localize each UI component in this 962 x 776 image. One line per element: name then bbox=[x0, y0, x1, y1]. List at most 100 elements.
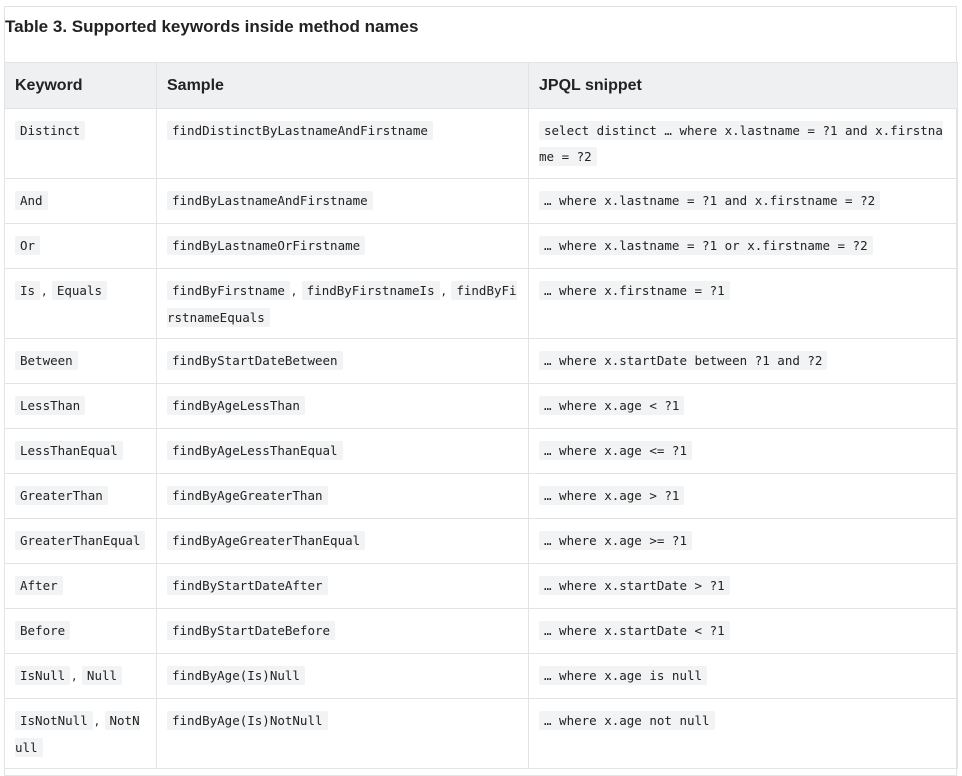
code-sample: findByLastnameOrFirstname bbox=[167, 236, 366, 255]
keyword-cell: LessThanEqual bbox=[4, 428, 157, 474]
code-jpql: … where x.startDate > ?1 bbox=[539, 576, 730, 595]
table-row: LessThan findByAgeLessThan … where x.age… bbox=[4, 383, 958, 429]
code-keyword: Before bbox=[15, 621, 71, 640]
jpql-cell: select distinct … where x.lastname = ?1 … bbox=[528, 108, 958, 179]
code-keyword: LessThanEqual bbox=[15, 441, 123, 460]
code-sample: findByLastnameAndFirstname bbox=[167, 191, 373, 210]
keyword-cell: GreaterThan bbox=[4, 473, 157, 519]
sample-cell: findByStartDateBefore bbox=[156, 608, 529, 654]
jpql-cell: … where x.age <= ?1 bbox=[528, 428, 958, 474]
keyword-cell: IsNotNull, NotNull bbox=[4, 698, 157, 769]
separator: , bbox=[291, 284, 297, 299]
code-jpql: … where x.startDate between ?1 and ?2 bbox=[539, 351, 828, 370]
jpql-cell: … where x.age not null bbox=[528, 698, 958, 769]
code-jpql: … where x.age < ?1 bbox=[539, 396, 685, 415]
code-sample: findByAge(Is)Null bbox=[167, 666, 305, 685]
code-sample: findByAgeLessThanEqual bbox=[167, 441, 343, 460]
header-jpql: JPQL snippet bbox=[528, 62, 958, 109]
sample-cell: findByLastnameOrFirstname bbox=[156, 223, 529, 269]
code-jpql: … where x.age <= ?1 bbox=[539, 441, 692, 460]
jpql-cell: … where x.firstname = ?1 bbox=[528, 268, 958, 339]
code-keyword: Null bbox=[81, 666, 123, 685]
sample-cell: findDistinctByLastnameAndFirstname bbox=[156, 108, 529, 179]
jpql-cell: … where x.startDate between ?1 and ?2 bbox=[528, 338, 958, 384]
jpql-cell: … where x.age < ?1 bbox=[528, 383, 958, 429]
code-keyword: Equals bbox=[51, 281, 107, 300]
table-row: Is, Equals findByFirstname, findByFirstn… bbox=[4, 268, 958, 339]
header-keyword: Keyword bbox=[4, 62, 157, 109]
jpql-cell: … where x.age > ?1 bbox=[528, 473, 958, 519]
sample-cell: findByAgeGreaterThan bbox=[156, 473, 529, 519]
code-sample: findByAgeLessThan bbox=[167, 396, 305, 415]
keyword-cell: Distinct bbox=[4, 108, 157, 179]
table-row: Distinct findDistinctByLastnameAndFirstn… bbox=[4, 108, 958, 179]
jpql-cell: … where x.startDate > ?1 bbox=[528, 563, 958, 609]
table-row: IsNull, Null findByAge(Is)Null … where x… bbox=[4, 653, 958, 699]
code-jpql: … where x.age is null bbox=[539, 666, 708, 685]
table-row: GreaterThan findByAgeGreaterThan … where… bbox=[4, 473, 958, 519]
sample-cell: findByAgeGreaterThanEqual bbox=[156, 518, 529, 564]
table-caption: Table 3. Supported keywords inside metho… bbox=[5, 17, 419, 36]
sample-cell: findByAgeLessThan bbox=[156, 383, 529, 429]
separator: , bbox=[94, 714, 99, 729]
keyword-cell: IsNull, Null bbox=[4, 653, 157, 699]
jpql-cell: … where x.startDate < ?1 bbox=[528, 608, 958, 654]
code-sample: findByStartDateAfter bbox=[167, 576, 328, 595]
code-jpql: … where x.age not null bbox=[539, 711, 715, 730]
jpql-cell: … where x.age is null bbox=[528, 653, 958, 699]
sample-cell: findByLastnameAndFirstname bbox=[156, 178, 529, 224]
code-keyword: Or bbox=[15, 236, 41, 255]
code-sample: findDistinctByLastnameAndFirstname bbox=[167, 121, 433, 140]
code-jpql: … where x.startDate < ?1 bbox=[539, 621, 730, 640]
keyword-cell: After bbox=[4, 563, 157, 609]
separator: , bbox=[72, 669, 77, 684]
code-sample: findByStartDateBetween bbox=[167, 351, 343, 370]
code-jpql: … where x.age >= ?1 bbox=[539, 531, 692, 550]
code-sample: findByFirstname bbox=[167, 281, 290, 300]
table-row: And findByLastnameAndFirstname … where x… bbox=[4, 178, 958, 224]
code-keyword: Between bbox=[15, 351, 78, 370]
code-keyword: After bbox=[15, 576, 63, 595]
code-keyword: IsNotNull bbox=[15, 711, 93, 730]
code-jpql: … where x.age > ?1 bbox=[539, 486, 685, 505]
keyword-cell: Or bbox=[4, 223, 157, 269]
table-row: Between findByStartDateBetween … where x… bbox=[4, 338, 958, 384]
separator: , bbox=[441, 284, 446, 299]
code-sample: findByAge(Is)NotNull bbox=[167, 711, 328, 730]
jpql-cell: … where x.lastname = ?1 or x.firstname =… bbox=[528, 223, 958, 269]
sample-cell: findByStartDateAfter bbox=[156, 563, 529, 609]
table-row: GreaterThanEqual findByAgeGreaterThanEqu… bbox=[4, 518, 958, 564]
code-keyword: And bbox=[15, 191, 48, 210]
jpql-cell: … where x.lastname = ?1 and x.firstname … bbox=[528, 178, 958, 224]
separator: , bbox=[42, 284, 47, 299]
code-jpql: … where x.lastname = ?1 or x.firstname =… bbox=[539, 236, 873, 255]
sample-cell: findByAge(Is)NotNull bbox=[156, 698, 529, 769]
keywords-table: Keyword Sample JPQL snippet Distinct fin… bbox=[4, 62, 958, 769]
code-keyword: Is bbox=[15, 281, 41, 300]
code-keyword: Distinct bbox=[15, 121, 86, 140]
code-keyword: LessThan bbox=[15, 396, 86, 415]
keyword-cell: Is, Equals bbox=[4, 268, 157, 339]
code-sample: findByAgeGreaterThanEqual bbox=[167, 531, 366, 550]
code-sample: findByAgeGreaterThan bbox=[167, 486, 328, 505]
code-jpql: … where x.lastname = ?1 and x.firstname … bbox=[539, 191, 881, 210]
sample-cell: findByAgeLessThanEqual bbox=[156, 428, 529, 474]
table-row: Before findByStartDateBefore … where x.s… bbox=[4, 608, 958, 654]
code-keyword: IsNull bbox=[15, 666, 71, 685]
keyword-cell: And bbox=[4, 178, 157, 224]
keyword-cell: GreaterThanEqual bbox=[4, 518, 157, 564]
jpql-cell: … where x.age >= ?1 bbox=[528, 518, 958, 564]
code-keyword: GreaterThanEqual bbox=[15, 531, 146, 550]
table-row: LessThanEqual findByAgeLessThanEqual … w… bbox=[4, 428, 958, 474]
sample-cell: findByStartDateBetween bbox=[156, 338, 529, 384]
code-sample: findByStartDateBefore bbox=[167, 621, 336, 640]
table-row: IsNotNull, NotNull findByAge(Is)NotNull … bbox=[4, 698, 958, 769]
code-keyword: GreaterThan bbox=[15, 486, 108, 505]
table-header-row: Keyword Sample JPQL snippet bbox=[4, 62, 958, 109]
sample-cell: findByFirstname, findByFirstnameIs, find… bbox=[156, 268, 529, 339]
code-jpql: … where x.firstname = ?1 bbox=[539, 281, 730, 300]
table-row: Or findByLastnameOrFirstname … where x.l… bbox=[4, 223, 958, 269]
keyword-cell: Between bbox=[4, 338, 157, 384]
keyword-cell: LessThan bbox=[4, 383, 157, 429]
sample-cell: findByAge(Is)Null bbox=[156, 653, 529, 699]
